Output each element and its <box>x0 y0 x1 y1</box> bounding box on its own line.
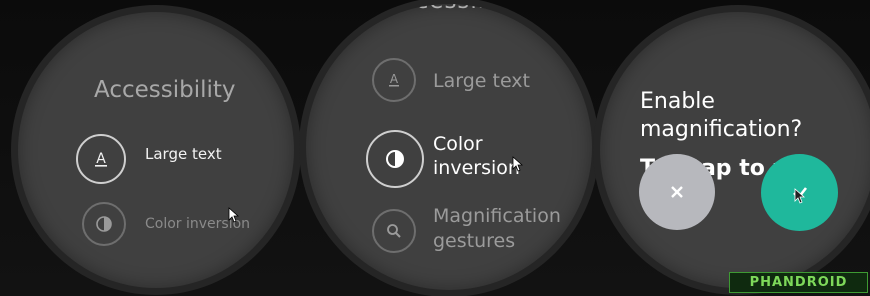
page-title: Accessibility <box>94 77 236 103</box>
list-item-magnification-gestures[interactable]: Magnification gestures <box>433 204 573 254</box>
cancel-button[interactable] <box>639 154 715 230</box>
large-text-icon[interactable]: A <box>372 58 416 102</box>
list-item-color-inversion[interactable]: Color inversion <box>433 132 553 180</box>
list-item-large-text[interactable]: Large text <box>433 70 530 92</box>
svg-text:A: A <box>390 72 399 86</box>
mouse-cursor-icon <box>512 156 524 172</box>
mouse-cursor-icon <box>228 207 240 223</box>
magnify-icon[interactable] <box>372 209 416 253</box>
svg-text:A: A <box>96 151 106 167</box>
watermark-logo: PHANDROID <box>729 272 868 293</box>
close-icon <box>671 186 683 198</box>
dialog-question: Enable magnification? <box>640 89 803 142</box>
watch-screen-accessibility: Accessibility A Large text Color inversi… <box>18 12 294 288</box>
page-title-cut: ccessib <box>402 4 493 14</box>
color-inversion-icon[interactable] <box>82 202 126 246</box>
watch-screen-magnification-dialog: Enable magnification? Tap tap to z <box>600 12 870 288</box>
list-item-large-text[interactable]: Large text <box>145 145 222 163</box>
screenshot-frame: Accessibility A Large text Color inversi… <box>0 0 870 296</box>
watch-screen-accessibility-scrolled: ccessib A Large text Color inversion Mag… <box>306 4 592 290</box>
mouse-cursor-icon <box>794 188 806 204</box>
large-text-icon[interactable]: A <box>76 134 126 184</box>
color-inversion-icon[interactable] <box>366 130 424 188</box>
